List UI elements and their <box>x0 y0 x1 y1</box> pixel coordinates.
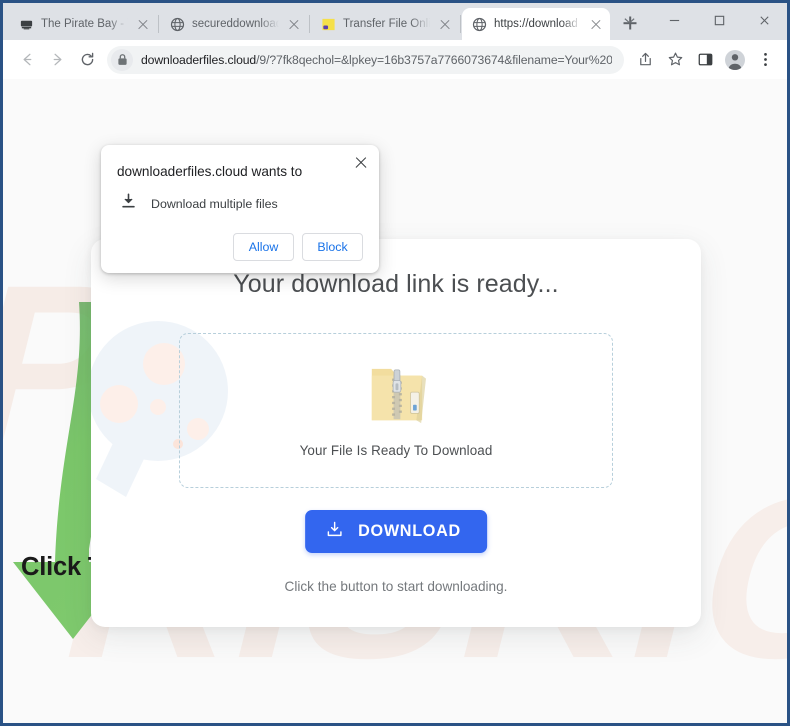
tab-label: https://download <box>494 18 578 30</box>
download-card: Your download link is ready... Your File… <box>91 239 701 627</box>
three-dot-menu-icon[interactable] <box>751 46 779 74</box>
tab-label: secureddownload <box>192 18 279 30</box>
permission-bubble: downloaderfiles.cloud wants to Download … <box>101 145 379 273</box>
url-path: /9/?7fk8qechol=&lpkey=16b3757a7766073674… <box>256 52 612 67</box>
permission-buttons: Allow Block <box>117 233 363 261</box>
globe-icon <box>472 17 487 32</box>
share-icon[interactable] <box>631 46 659 74</box>
page-viewport: PC RISK.COM Click To View <box>3 79 787 723</box>
reload-button[interactable] <box>73 46 101 74</box>
tab-the-pirate-bay[interactable]: The Pirate Bay - T <box>9 8 157 40</box>
globe-icon <box>170 17 185 32</box>
dropzone-label: Your File Is Ready To Download <box>299 443 493 458</box>
permission-title: downloaderfiles.cloud wants to <box>117 164 303 179</box>
window-controls <box>607 3 787 37</box>
download-button[interactable]: DOWNLOAD <box>305 510 487 553</box>
tab-separator <box>460 15 461 33</box>
download-hint-text: Click the button to start downloading. <box>284 579 508 594</box>
yellow-page-icon <box>321 17 336 32</box>
forward-button[interactable] <box>43 46 71 74</box>
address-bar[interactable]: downloaderfiles.cloud/9/?7fk8qechol=&lpk… <box>107 45 624 74</box>
tab-close-icon[interactable] <box>135 16 151 32</box>
tab-close-icon[interactable] <box>286 16 302 32</box>
tab-search-chevron-icon[interactable] <box>607 3 652 37</box>
download-tray-icon <box>325 520 344 544</box>
url-host: downloaderfiles.cloud <box>141 52 257 67</box>
tab-strip: The Pirate Bay - T secureddownload Trans… <box>3 3 787 40</box>
avatar <box>725 49 745 70</box>
tab-close-icon[interactable] <box>437 16 453 32</box>
download-button-label: DOWNLOAD <box>358 522 461 540</box>
tab-separator <box>158 15 159 33</box>
maximize-button[interactable] <box>697 3 742 37</box>
file-dropzone: Your File Is Ready To Download <box>179 333 613 488</box>
server-icon <box>19 17 34 32</box>
bookmark-star-icon[interactable] <box>661 46 689 74</box>
tab-secureddownload[interactable]: secureddownload <box>160 8 308 40</box>
page-title: Your download link is ready... <box>233 270 559 298</box>
block-button[interactable]: Block <box>302 233 363 261</box>
url-text: downloaderfiles.cloud/9/?7fk8qechol=&lpk… <box>141 53 612 67</box>
tab-label: Transfer File Onli <box>343 18 430 30</box>
allow-button[interactable]: Allow <box>233 233 294 261</box>
profile-avatar[interactable] <box>721 46 749 74</box>
tab-label: The Pirate Bay - T <box>41 18 128 30</box>
browser-toolbar: downloaderfiles.cloud/9/?7fk8qechol=&lpk… <box>3 40 787 79</box>
lock-icon[interactable] <box>111 48 133 71</box>
zip-folder-icon <box>371 368 426 424</box>
permission-row: Download multiple files <box>117 193 363 214</box>
minimize-button[interactable] <box>652 3 697 37</box>
tab-downloaderfiles-active[interactable]: https://download <box>462 8 610 40</box>
back-button[interactable] <box>13 46 41 74</box>
download-icon <box>121 193 136 214</box>
close-button[interactable] <box>742 3 787 37</box>
permission-text: Download multiple files <box>151 196 278 211</box>
close-icon[interactable] <box>352 154 370 172</box>
browser-window: The Pirate Bay - T secureddownload Trans… <box>0 0 790 726</box>
tab-transfer-file-online[interactable]: Transfer File Onli <box>311 8 459 40</box>
side-panel-icon[interactable] <box>691 46 719 74</box>
tab-close-icon[interactable] <box>588 16 604 32</box>
tab-separator <box>309 15 310 33</box>
